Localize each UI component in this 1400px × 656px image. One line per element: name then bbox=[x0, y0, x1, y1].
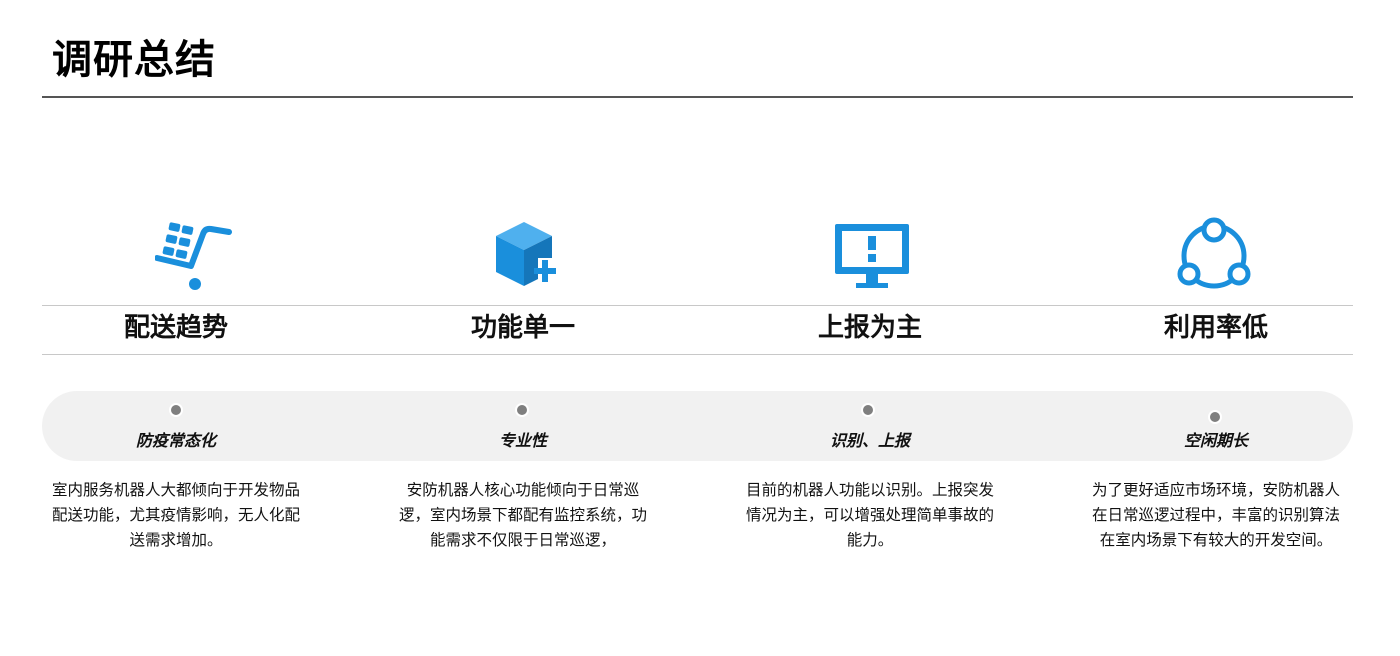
column-description: 室内服务机器人大都倾向于开发物品配送功能，尤其疫情影响，无人化配送需求增加。 bbox=[51, 481, 300, 549]
column-heading: 上报为主 bbox=[817, 313, 922, 343]
column-description: 目前的机器人功能以识别。上报突发情况为主，可以增强处理简单事故的能力。 bbox=[745, 481, 994, 549]
cube-plus-icon bbox=[488, 216, 568, 296]
timeline-dot bbox=[515, 403, 529, 417]
monitor-alert-icon bbox=[832, 216, 912, 296]
column-subtitle: 防疫常态化 bbox=[135, 431, 216, 450]
delivery-cart-icon bbox=[155, 216, 235, 296]
heading-bottom-divider bbox=[42, 354, 1353, 355]
column-heading: 利用率低 bbox=[1163, 313, 1268, 343]
share-nodes-icon bbox=[1174, 216, 1254, 296]
column-subtitle: 专业性 bbox=[498, 431, 547, 450]
timeline-dot bbox=[169, 403, 183, 417]
timeline-dot bbox=[1208, 410, 1222, 424]
column-heading: 配送趋势 bbox=[123, 313, 228, 343]
column-description: 为了更好适应市场环境，安防机器人在日常巡逻过程中，丰富的识别算法在室内场景下有较… bbox=[1091, 481, 1340, 549]
column-subtitle: 空闲期长 bbox=[1183, 431, 1248, 450]
column-description: 安防机器人核心功能倾向于日常巡逻，室内场景下都配有监控系统，功能需求不仅限于日常… bbox=[398, 481, 647, 549]
column-subtitle: 识别、上报 bbox=[829, 431, 910, 450]
timeline-dot bbox=[861, 403, 875, 417]
title-divider bbox=[42, 96, 1353, 98]
heading-top-divider bbox=[42, 305, 1353, 306]
page-title: 调研总结 bbox=[52, 37, 216, 83]
column-heading: 功能单一 bbox=[470, 313, 575, 343]
